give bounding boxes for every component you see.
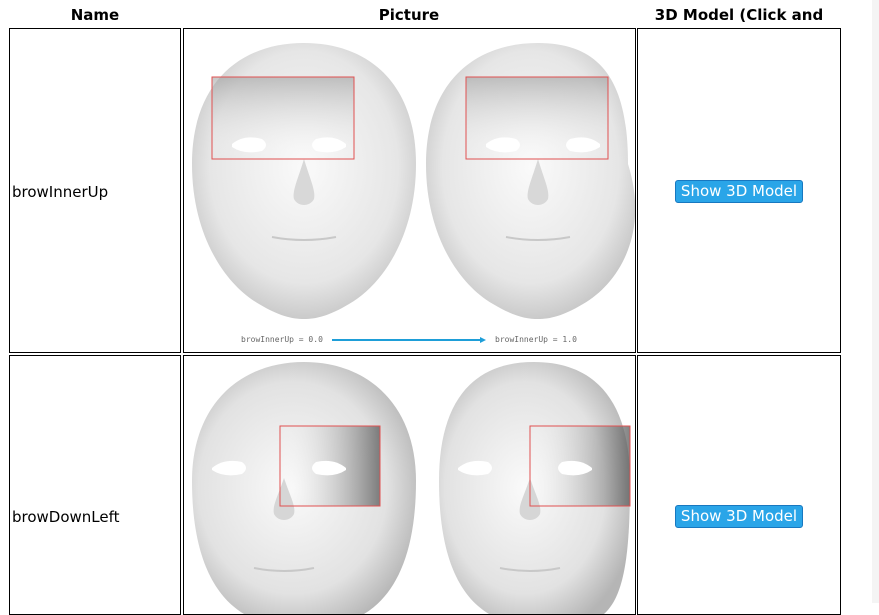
face-right [439,362,631,614]
face-left [192,43,416,319]
table-row-picture-cell: browInnerUp = 0.0 browInnerUp = 1.0 [183,28,636,353]
table-row-name-cell: browDownLeft [9,355,181,615]
scrollbar[interactable] [872,0,879,603]
face-left [192,362,416,614]
table-row-name-cell: browInnerUp [9,28,181,353]
caption-right: browInnerUp = 1.0 [495,335,577,344]
show-3d-model-button[interactable]: Show 3D Model [675,180,803,203]
caption-left: browInnerUp = 0.0 [241,335,323,344]
table-row-model-cell: Show 3D Model [637,28,841,353]
column-header-picture: Picture [378,6,440,24]
face-right [426,43,635,319]
table-row-picture-cell [183,355,636,615]
face-comparison-image: browInnerUp = 0.0 browInnerUp = 1.0 [192,43,635,344]
column-header-name: Name [70,6,120,24]
show-3d-model-button[interactable]: Show 3D Model [675,505,803,528]
face-comparison-image [192,362,631,614]
table-row-model-cell: Show 3D Model [637,355,841,615]
blendshape-name: browDownLeft [12,508,120,526]
column-header-3d-model: 3D Model (Click and drag) [654,6,824,44]
blendshape-name: browInnerUp [12,183,109,201]
